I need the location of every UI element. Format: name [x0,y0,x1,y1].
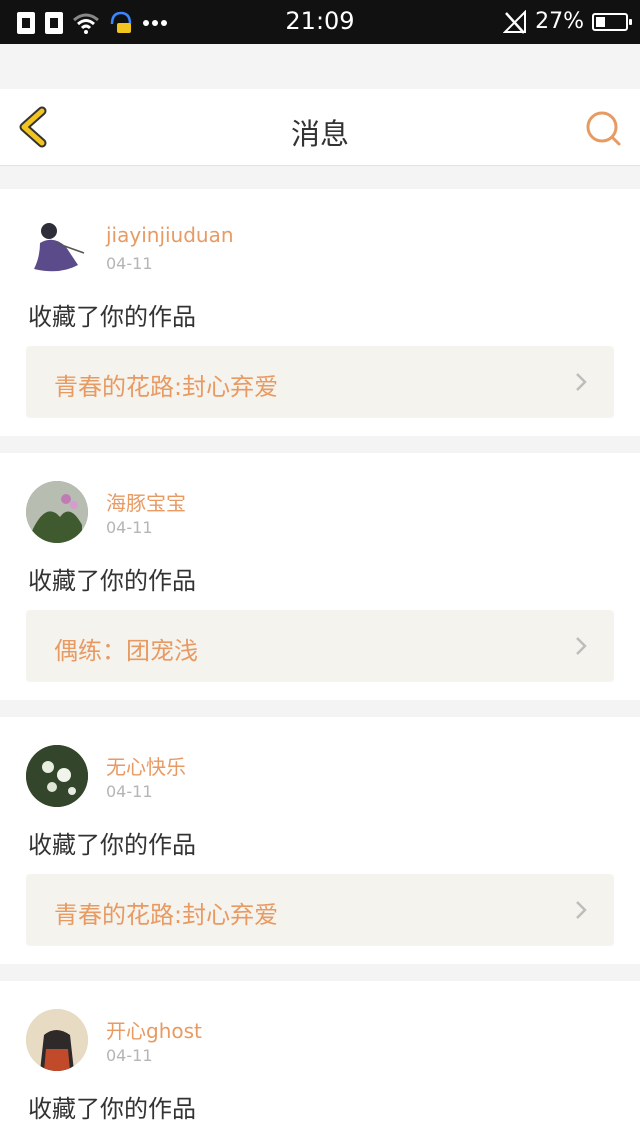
work-title: 偶练：团宠浅 [54,637,198,665]
message-card: 无心快乐 04-11 收藏了你的作品 青春的花路:封心弃爱 [0,717,640,964]
work-title: 青春的花路:封心弃爱 [54,901,279,929]
status-bar: 21:09 27% [0,0,640,44]
username[interactable]: 海豚宝宝 [106,487,186,516]
no-signal-icon [503,9,527,34]
nav-header: 消息 [0,89,640,166]
message-action: 收藏了你的作品 [28,303,196,331]
avatar[interactable] [26,745,88,807]
message-card: jiayinjiuduan 04-11 收藏了你的作品 青春的花路:封心弃爱 [0,189,640,436]
chevron-right-icon [576,373,587,391]
message-action: 收藏了你的作品 [28,567,196,595]
work-link[interactable]: 青春的花路:封心弃爱 [26,874,614,946]
message-date: 04-11 [106,254,153,273]
username[interactable]: 开心ghost [106,1015,202,1044]
work-link[interactable]: 青春的花路:封心弃爱 [26,346,614,418]
page-title: 消息 [290,117,349,151]
avatar[interactable] [26,1009,88,1071]
message-card: 开心ghost 04-11 收藏了你的作品 [0,981,640,1138]
message-date: 04-11 [106,782,153,801]
chevron-right-icon [576,637,587,655]
message-action: 收藏了你的作品 [28,831,196,859]
avatar[interactable] [26,217,88,279]
battery-icon [592,12,632,31]
message-card: 海豚宝宝 04-11 收藏了你的作品 偶练：团宠浅 [0,453,640,700]
message-date: 04-11 [106,518,153,537]
message-date: 04-11 [106,1046,153,1065]
status-icons-right: 27% [503,9,632,34]
work-link[interactable]: 偶练：团宠浅 [26,610,614,682]
message-action: 收藏了你的作品 [28,1095,196,1123]
header-gap [0,44,640,89]
work-title: 青春的花路:封心弃爱 [54,373,279,401]
chevron-right-icon [576,901,587,919]
search-icon[interactable] [584,109,624,149]
battery-fill [596,16,605,27]
avatar[interactable] [26,481,88,543]
username[interactable]: 无心快乐 [106,751,186,780]
battery-percent: 27% [535,9,584,34]
username[interactable]: jiayinjiuduan [106,223,234,247]
